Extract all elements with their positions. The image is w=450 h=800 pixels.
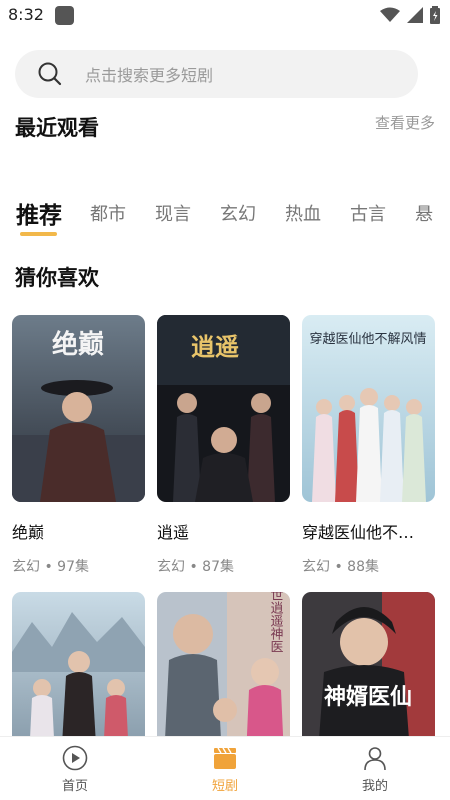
status-bar: 8:32 xyxy=(0,0,450,30)
status-icons xyxy=(380,6,440,24)
nav-home-label: 首页 xyxy=(61,779,88,794)
bottom-nav: 首页 短剧 我的 xyxy=(0,736,450,800)
tab-recommend[interactable]: 推荐 xyxy=(16,196,62,230)
play-circle-icon xyxy=(62,745,88,771)
recommend-title: 猜你喜欢 xyxy=(15,266,99,290)
nav-mine-label: 我的 xyxy=(361,779,388,794)
wifi-icon xyxy=(380,7,400,22)
drama-meta: 玄幻 • 87集 xyxy=(157,559,234,575)
tab-ancient-romance[interactable]: 古言 xyxy=(350,200,386,226)
recent-title: 最近观看 xyxy=(15,116,99,140)
drama-title: 穿越医仙他不… xyxy=(302,523,415,542)
drama-card[interactable] xyxy=(12,592,145,779)
search-input[interactable]: 点击搜索更多短剧 xyxy=(85,62,213,86)
tab-fantasy[interactable]: 玄幻 xyxy=(220,200,256,226)
poster-title: 神婿医仙 xyxy=(324,684,412,710)
view-more-link[interactable]: 查看更多 xyxy=(375,112,435,133)
drama-card[interactable]: 神婿医仙 xyxy=(302,592,435,779)
drama-poster[interactable]: 绝巅 xyxy=(12,315,145,502)
signal-icon xyxy=(407,7,423,23)
poster-title: 旷世逍遥神医 xyxy=(268,592,284,653)
user-icon xyxy=(364,747,386,771)
nav-mine[interactable]: 我的 xyxy=(330,745,420,794)
nav-drama[interactable]: 短剧 xyxy=(180,745,270,794)
search-bar[interactable]: 点击搜索更多短剧 xyxy=(15,50,418,98)
tab-modern-romance[interactable]: 现言 xyxy=(155,200,191,226)
poster-title: 绝巅 xyxy=(52,329,104,360)
drama-card[interactable]: 绝巅 绝巅 玄幻 • 97集 xyxy=(12,315,145,575)
nav-drama-label: 短剧 xyxy=(211,779,238,794)
drama-poster[interactable]: 穿越医仙他不解风情 xyxy=(302,315,435,502)
drama-card[interactable]: 旷世逍遥神医 xyxy=(157,592,290,779)
battery-icon xyxy=(430,6,440,24)
drama-meta: 玄幻 • 97集 xyxy=(12,559,89,575)
category-tabs: 推荐 都市 现言 玄幻 热血 古言 悬 xyxy=(0,196,450,240)
search-icon xyxy=(38,62,62,86)
app-notification-icon xyxy=(55,6,74,25)
drama-meta: 玄幻 • 88集 xyxy=(302,559,379,575)
clapperboard-icon xyxy=(214,747,236,769)
tab-passion[interactable]: 热血 xyxy=(285,200,321,226)
poster-title: 逍遥 xyxy=(191,332,239,361)
drama-card[interactable]: 穿越医仙他不解风情 穿越医仙他不… 玄幻 • 88集 xyxy=(302,315,435,575)
tab-indicator xyxy=(20,232,57,236)
drama-title: 绝巅 xyxy=(12,523,45,542)
tab-suspense[interactable]: 悬 xyxy=(415,200,433,226)
nav-home[interactable]: 首页 xyxy=(30,745,120,794)
status-time: 8:32 xyxy=(8,5,44,24)
poster-title: 穿越医仙他不解风情 xyxy=(309,331,426,347)
tab-city[interactable]: 都市 xyxy=(90,200,126,226)
drama-card[interactable]: 逍遥 逍遥 玄幻 • 87集 xyxy=(157,315,290,575)
drama-poster[interactable]: 逍遥 xyxy=(157,315,290,502)
drama-title: 逍遥 xyxy=(157,523,190,542)
